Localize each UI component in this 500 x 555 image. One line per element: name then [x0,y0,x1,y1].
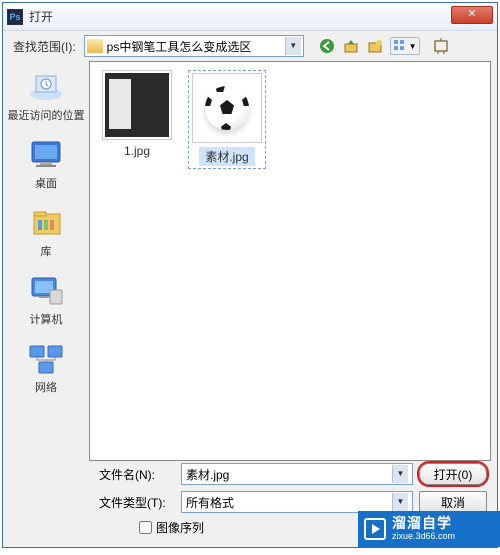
main-area: 最近访问的位置 桌面 库 计算机 [3,61,497,461]
file-item-selected[interactable]: 素材.jpg [188,70,266,169]
pin-icon[interactable] [432,38,452,54]
chevron-down-icon[interactable]: ▼ [392,493,408,511]
filetype-row: 文件类型(T): 所有格式 ▼ 取消 [99,491,487,513]
file-name: 素材.jpg [199,147,254,166]
computer-icon [25,273,67,309]
filename-input[interactable]: 素材.jpg ▼ [181,463,413,485]
watermark-url: zixue.3d66.com [392,532,455,542]
place-label: 网络 [35,379,57,395]
file-list[interactable]: 1.jpg 素材.jpg [89,61,491,461]
place-network[interactable]: 网络 [3,337,89,405]
folder-icon [87,39,103,53]
filename-label: 文件名(N): [99,466,175,483]
desktop-icon [25,137,67,173]
place-computer[interactable]: 计算机 [3,269,89,337]
new-folder-icon[interactable] [366,37,384,55]
filetype-value: 所有格式 [186,494,234,511]
file-name: 1.jpg [124,144,150,158]
toolbar: 查找范围(I): ps中钢笔工具怎么变成选区 ▼ ▼ [3,31,497,61]
file-thumbnail [102,70,172,140]
place-desktop[interactable]: 桌面 [3,133,89,201]
network-icon [25,341,67,377]
open-dialog: Ps 打开 ✕ 查找范围(I): ps中钢笔工具怎么变成选区 ▼ ▼ [2,2,498,548]
places-bar: 最近访问的位置 桌面 库 计算机 [3,61,89,461]
place-library[interactable]: 库 [3,201,89,269]
close-button[interactable]: ✕ [451,6,493,24]
image-sequence-label: 图像序列 [156,519,204,536]
location-dropdown[interactable]: ps中钢笔工具怎么变成选区 ▼ [84,35,304,57]
recent-icon [25,69,67,105]
filename-value: 素材.jpg [186,466,229,483]
library-icon [25,205,67,241]
play-icon [364,518,386,540]
toolbar-icons: ▼ [318,37,420,55]
up-one-level-icon[interactable] [342,37,360,55]
place-label: 最近访问的位置 [8,107,85,123]
app-icon: Ps [7,9,23,25]
back-icon[interactable] [318,37,336,55]
watermark-title: 溜溜自学 [392,516,455,531]
open-button[interactable]: 打开(0) [419,463,487,485]
chevron-down-icon[interactable]: ▼ [285,37,301,55]
chevron-down-icon[interactable]: ▼ [392,465,408,483]
filename-row: 文件名(N): 素材.jpg ▼ 打开(0) [99,463,487,485]
cancel-button[interactable]: 取消 [419,491,487,513]
file-item[interactable]: 1.jpg [98,70,176,158]
place-recent[interactable]: 最近访问的位置 [3,65,89,133]
titlebar: Ps 打开 ✕ [3,3,497,31]
look-in-label: 查找范围(I): [13,38,76,55]
place-label: 计算机 [30,311,63,327]
views-icon[interactable]: ▼ [390,37,420,55]
place-label: 库 [41,243,52,259]
watermark: 溜溜自学 zixue.3d66.com [358,511,500,547]
dialog-title: 打开 [29,8,53,25]
filetype-dropdown[interactable]: 所有格式 ▼ [181,491,413,513]
location-text: ps中钢笔工具怎么变成选区 [107,38,285,55]
place-label: 桌面 [35,175,57,191]
image-sequence-checkbox[interactable] [139,521,152,534]
file-thumbnail [192,73,262,143]
filetype-label: 文件类型(T): [99,494,175,511]
